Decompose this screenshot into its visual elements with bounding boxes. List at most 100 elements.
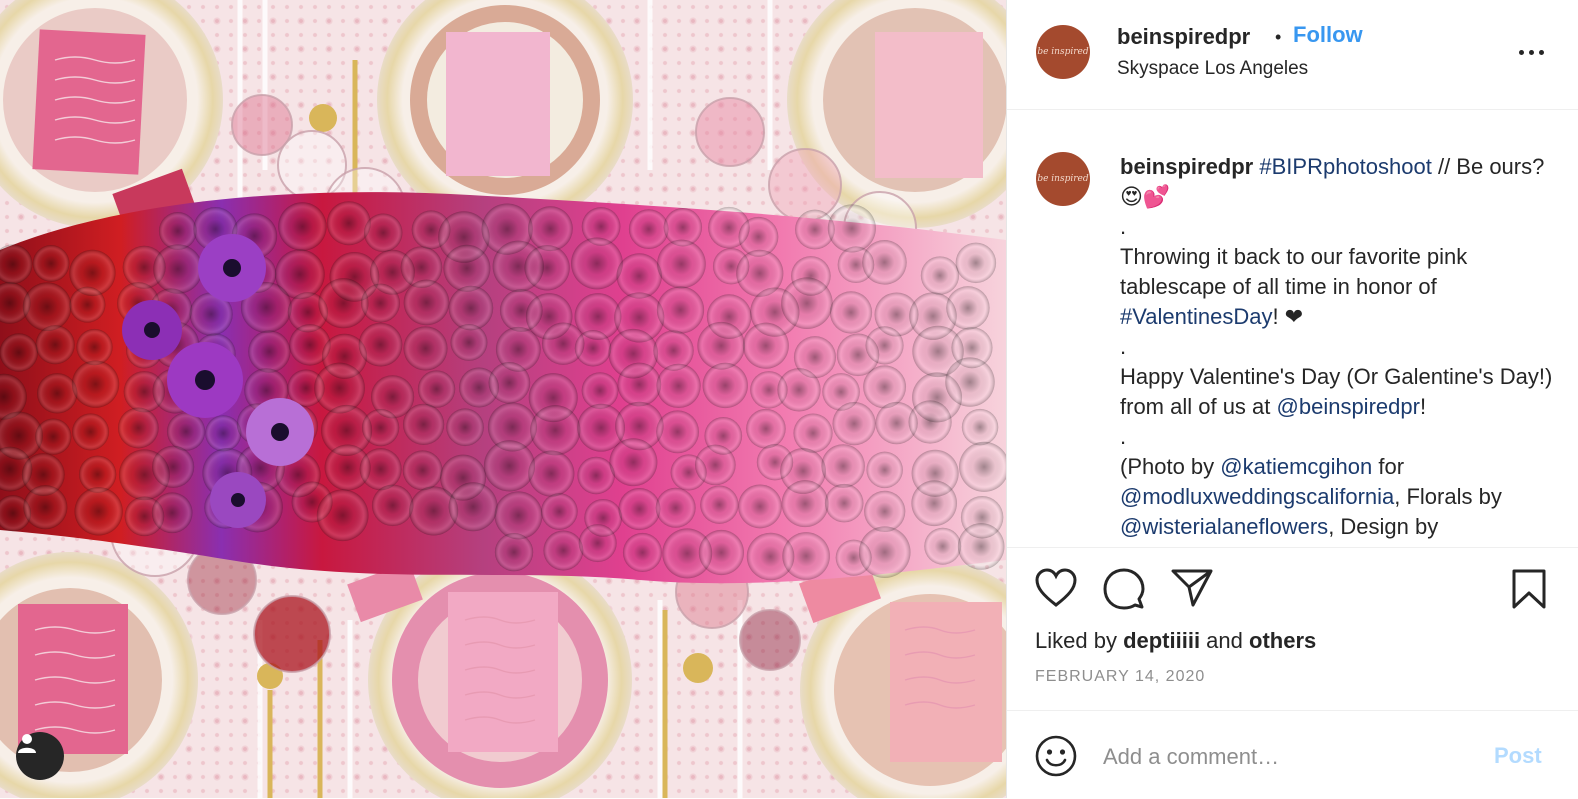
mention-link[interactable]: @wisterialaneflowers	[1120, 514, 1328, 539]
caption-line: !	[1419, 394, 1427, 419]
likes-summary: Liked by deptiiiii and others	[1035, 628, 1316, 654]
rose-texture	[655, 487, 696, 528]
rose-texture	[945, 357, 995, 407]
rose-texture	[326, 201, 371, 246]
rose-texture	[448, 482, 498, 532]
rose-texture	[205, 415, 242, 452]
rose-texture	[656, 363, 701, 409]
rose-texture	[37, 373, 78, 414]
mention-link[interactable]: @modluxweddingscalifornia	[1120, 484, 1394, 509]
more-options-icon[interactable]	[1519, 42, 1547, 64]
mention-link[interactable]: @katiemcgihon	[1220, 454, 1372, 479]
user-icon	[18, 734, 36, 753]
rose-texture	[908, 400, 952, 444]
rose-texture	[832, 402, 876, 446]
rose-texture	[74, 487, 123, 536]
rose-texture	[528, 206, 573, 252]
rose-texture	[402, 450, 443, 491]
rose-texture	[0, 333, 39, 372]
rose-texture	[616, 253, 662, 299]
rose-texture	[746, 408, 786, 449]
rose-texture	[358, 322, 403, 367]
post-date[interactable]: FEBRUARY 14, 2020	[1035, 668, 1205, 686]
rose-texture	[361, 408, 400, 447]
rose-texture	[924, 527, 962, 565]
rose-texture	[71, 360, 120, 408]
rose-texture	[657, 239, 706, 289]
rose-texture	[117, 407, 159, 449]
caption-dot: .	[1120, 424, 1127, 449]
liked-by-user[interactable]: deptiiiii	[1123, 628, 1200, 653]
separator-dot: •	[1275, 27, 1282, 47]
comment-icon[interactable]	[1103, 568, 1145, 610]
hashtag-link[interactable]: #ValentinesDay	[1120, 304, 1272, 329]
smiley-icon[interactable]	[1035, 735, 1077, 777]
post-side-panel: be inspired beinspiredpr • Follow Skyspa…	[1006, 0, 1578, 798]
rose-texture	[403, 279, 450, 326]
caption-avatar[interactable]: be inspired	[1036, 152, 1090, 206]
rose-texture	[866, 451, 903, 489]
rose-texture	[782, 532, 830, 580]
rose-texture	[314, 362, 365, 414]
rose-texture	[571, 237, 623, 290]
header-username[interactable]: beinspiredpr	[1117, 24, 1250, 50]
paper-plane-icon[interactable]	[1171, 568, 1213, 608]
rose-texture	[628, 209, 669, 249]
rose-texture	[76, 328, 113, 366]
rose-texture	[793, 413, 833, 453]
account-tag-button[interactable]	[16, 732, 64, 780]
caption-dot: .	[1120, 334, 1127, 359]
rose-texture	[781, 480, 829, 528]
heart-icon[interactable]	[1035, 568, 1077, 608]
mention-link[interactable]: @beinspiredpr	[1277, 394, 1420, 419]
rose-texture	[35, 325, 75, 365]
rose-texture	[69, 286, 106, 323]
comment-input[interactable]	[1103, 739, 1473, 775]
rose-texture	[359, 448, 402, 491]
rose-texture	[702, 362, 748, 409]
hashtag-link[interactable]: #BIPRphotoshoot	[1259, 154, 1431, 179]
caption-line: ! ❤	[1272, 304, 1304, 329]
rose-texture	[777, 368, 821, 412]
liked-by-others[interactable]: others	[1249, 628, 1316, 653]
rose-texture	[361, 283, 400, 323]
rose-texture	[248, 330, 291, 373]
rose-texture	[23, 485, 68, 530]
rose-texture	[417, 370, 456, 408]
caption-dot: .	[1120, 214, 1127, 239]
location-link[interactable]: Skyspace Los Angeles	[1117, 58, 1308, 80]
follow-button[interactable]: Follow	[1293, 22, 1363, 48]
rose-texture	[483, 440, 536, 492]
rose-texture	[403, 326, 448, 371]
profile-avatar[interactable]: be inspired	[1036, 25, 1090, 79]
post-photo[interactable]	[0, 0, 1006, 798]
rose-texture	[864, 490, 906, 533]
caption-text: beinspiredpr #BIPRphotoshoot // Be ours?…	[1120, 152, 1560, 542]
caption-logo-text: be inspired	[1037, 173, 1089, 184]
rose-texture	[738, 484, 782, 529]
rose-texture	[742, 322, 789, 369]
rose-texture	[862, 240, 907, 285]
rose-texture	[911, 480, 958, 527]
rose-texture	[865, 326, 904, 365]
post-comment-button[interactable]: Post	[1494, 743, 1542, 769]
rose-texture	[443, 244, 491, 292]
rose-texture	[32, 245, 70, 282]
rose-texture	[543, 530, 584, 571]
rose-texture	[22, 282, 72, 332]
rose-texture	[618, 488, 661, 531]
likes-mid: and	[1200, 628, 1249, 653]
bookmark-icon[interactable]	[1511, 568, 1547, 610]
rose-texture	[821, 444, 865, 488]
rose-texture	[656, 286, 705, 334]
rose-texture	[166, 412, 206, 451]
rose-texture	[827, 204, 876, 253]
rose-texture	[363, 213, 403, 253]
caption-username[interactable]: beinspiredpr	[1120, 154, 1253, 179]
rose-texture	[694, 444, 736, 486]
rose-texture	[152, 445, 195, 488]
rose-texture	[961, 408, 999, 446]
rose-texture	[829, 291, 873, 334]
rose-texture	[581, 372, 619, 410]
rose-texture	[858, 526, 911, 579]
